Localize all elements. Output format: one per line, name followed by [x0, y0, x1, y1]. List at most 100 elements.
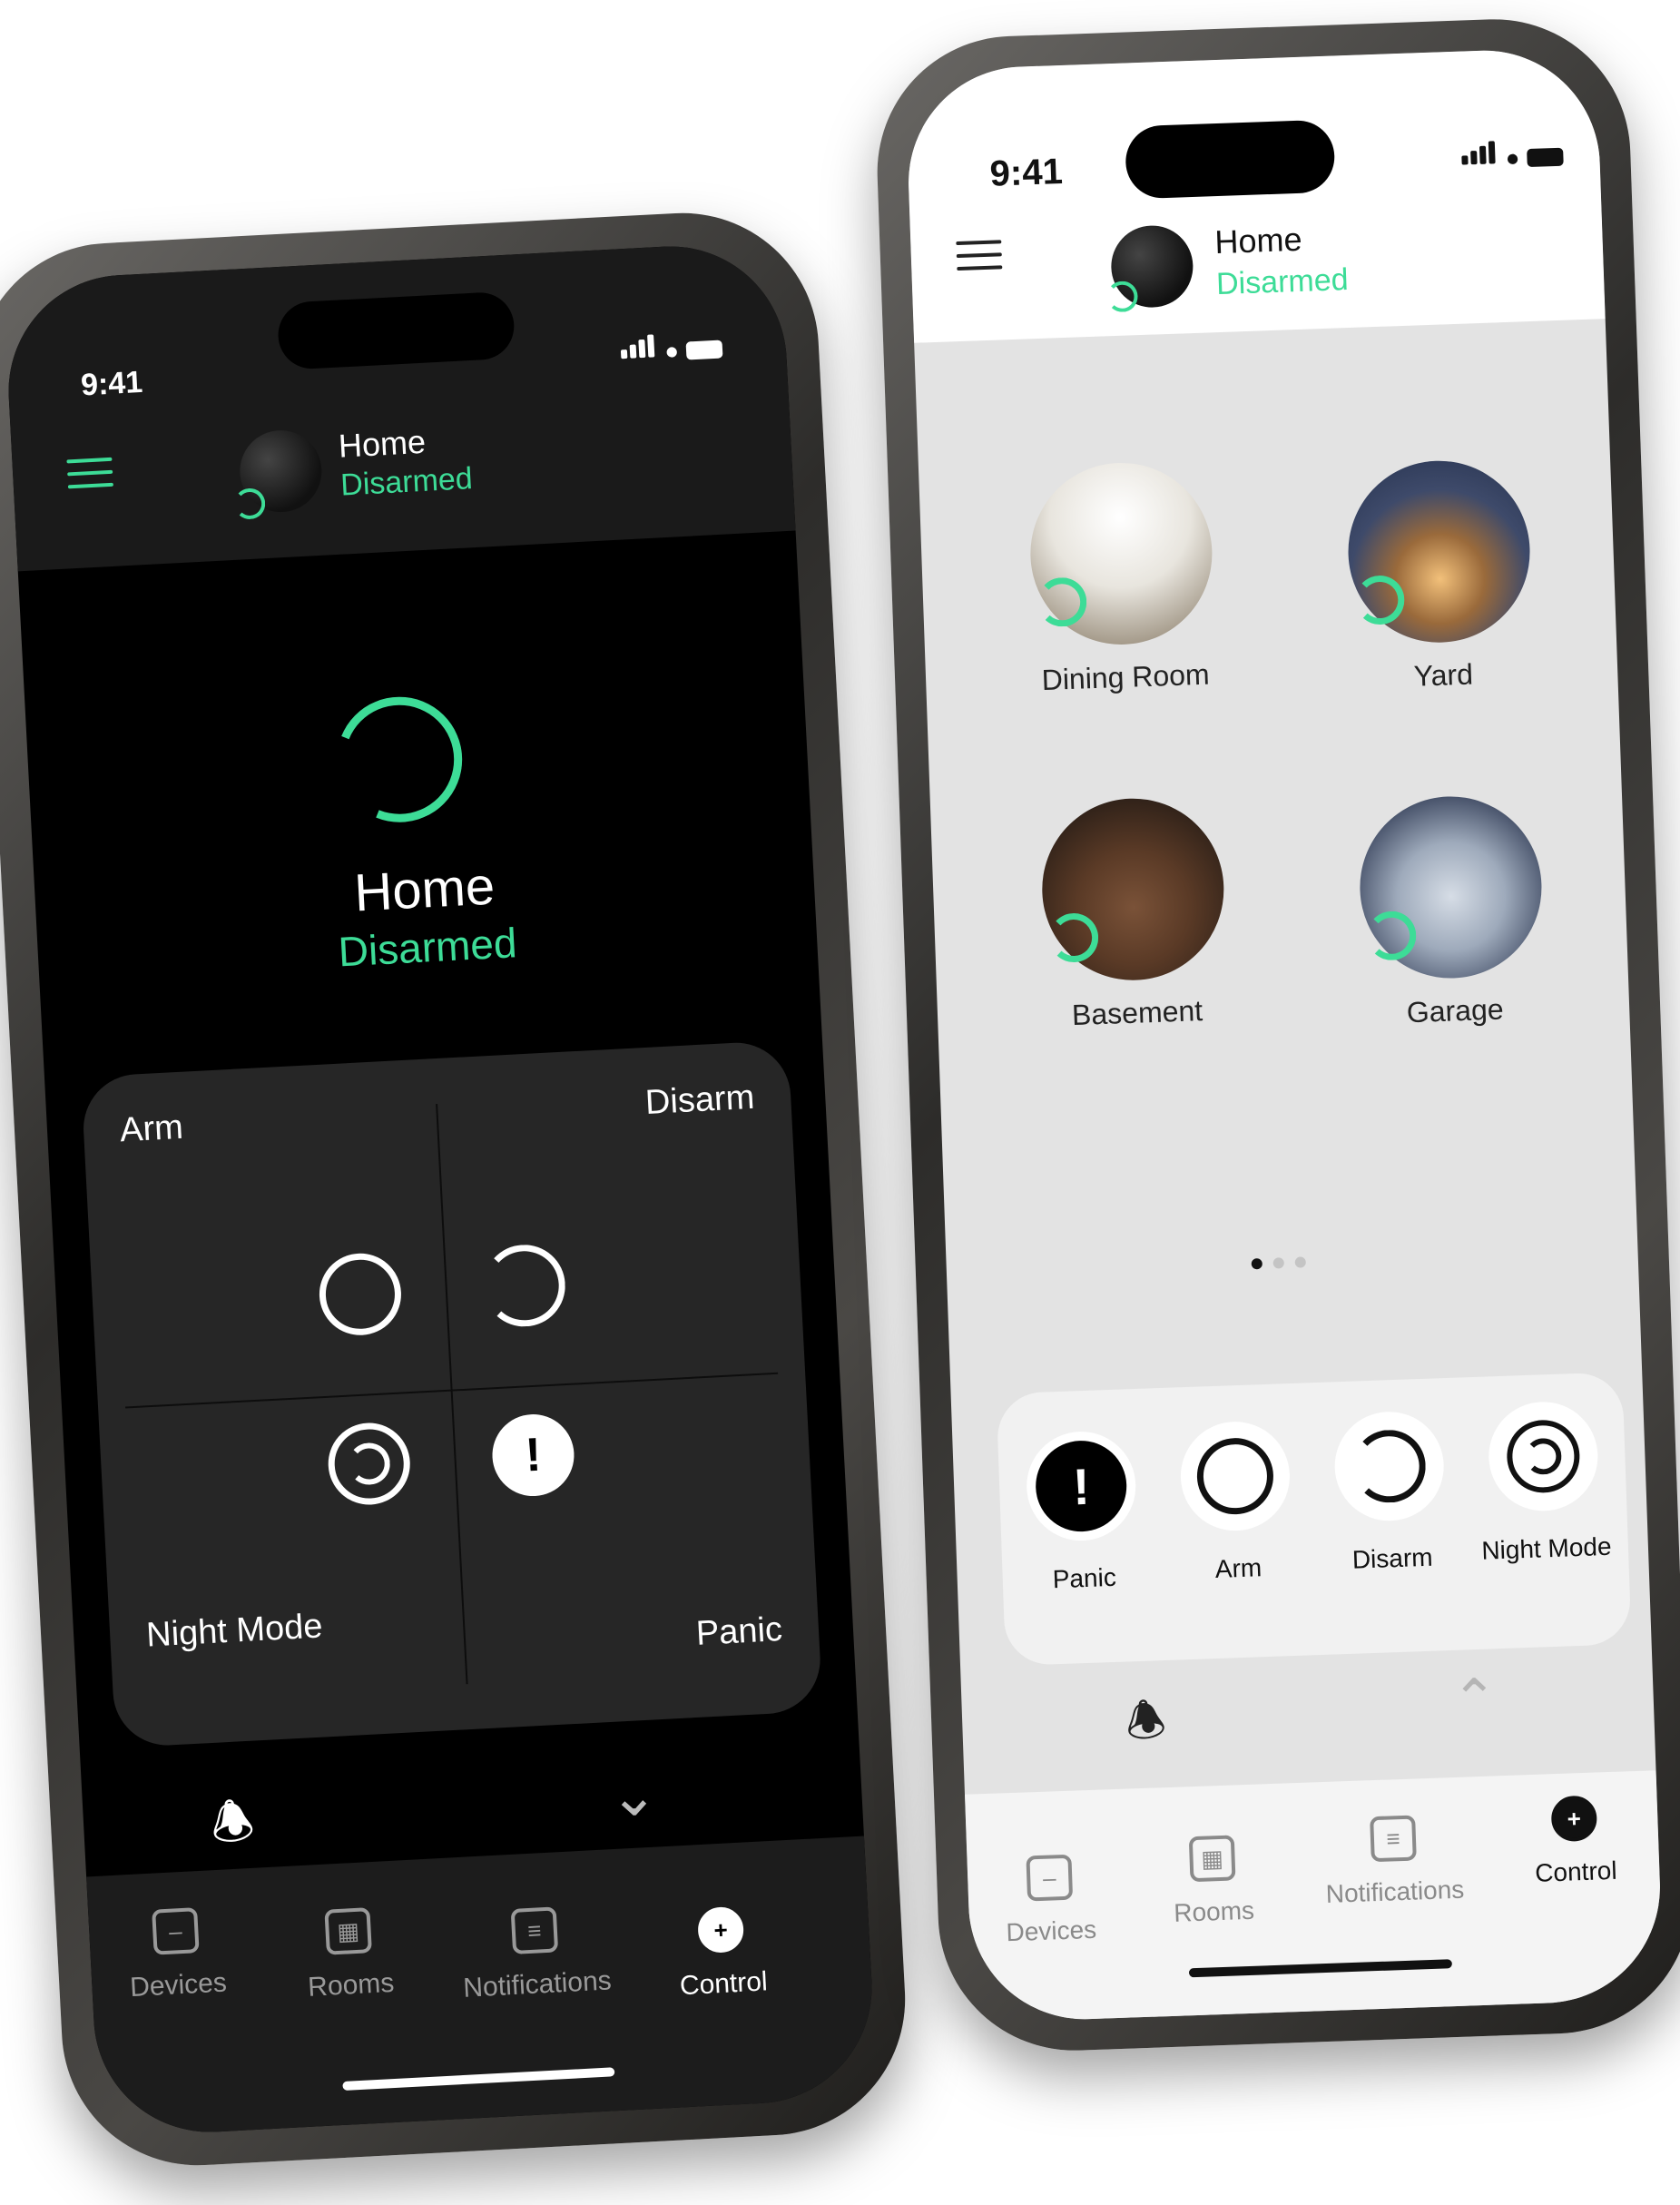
arm-action[interactable]: Arm [1165, 1420, 1307, 1586]
wifi-icon: ● [663, 336, 680, 365]
disarm-button[interactable] [1332, 1410, 1446, 1523]
nav-devices[interactable]: – Devices [97, 1905, 256, 2005]
status-time: 9:41 [80, 364, 144, 403]
bell-icon[interactable]: 🕭 [1125, 1688, 1168, 1767]
chevron-down-icon[interactable]: ⌄ [607, 1760, 659, 1831]
devices-icon: – [152, 1907, 200, 1955]
devices-icon: – [1026, 1854, 1074, 1902]
page-dot[interactable] [1294, 1256, 1306, 1268]
arm-label: Arm [119, 1107, 184, 1150]
room-photo [1027, 459, 1215, 648]
battery-icon [685, 340, 723, 360]
room-card[interactable]: Garage [1330, 792, 1574, 1032]
header-title: Home [337, 422, 427, 465]
rooms-icon: ▦ [1188, 1835, 1236, 1883]
disarmed-status-icon [1366, 910, 1418, 961]
arm-button[interactable] [1178, 1420, 1292, 1533]
room-photo [1357, 793, 1545, 981]
status-time: 9:41 [988, 151, 1064, 194]
arm-icon [1195, 1436, 1275, 1516]
dynamic-island [276, 290, 516, 370]
nav-control-label: Control [1534, 1856, 1618, 1887]
wifi-icon: ● [1505, 143, 1520, 172]
panic-label: Panic [1052, 1562, 1117, 1594]
header-title: Home [1213, 220, 1303, 261]
signal-icon [1461, 141, 1498, 169]
nav-devices[interactable]: – Devices [976, 1853, 1124, 1949]
pagination-dots[interactable] [1246, 1255, 1312, 1275]
room-card[interactable]: Dining Room [1000, 458, 1244, 698]
header-status: Disarmed [339, 461, 474, 503]
dark-phone: 9:41 ● Home Disarmed Home Disarmed Arm D… [0, 206, 912, 2172]
room-photo [1038, 795, 1227, 984]
nav-control[interactable]: + Control [1501, 1794, 1649, 1890]
light-screen: 9:41 ● Home Disarmed Dining Room Yard Ba… [904, 46, 1665, 2023]
menu-icon[interactable] [66, 457, 113, 498]
status-icons: ● [620, 330, 723, 365]
control-icon: + [696, 1905, 745, 1954]
panic-quadrant[interactable]: ! Panic [453, 1373, 823, 1729]
panic-button[interactable]: ! [1025, 1430, 1138, 1543]
nav-notifications[interactable]: ≡ Notifications [1302, 1813, 1486, 1910]
night-mode-icon [1506, 1418, 1581, 1494]
page-dot[interactable] [1251, 1258, 1262, 1270]
disarmed-ring-icon [317, 677, 482, 842]
disarm-icon [1351, 1428, 1428, 1504]
disarm-quadrant[interactable]: Disarm [435, 1040, 805, 1390]
disarm-icon [481, 1243, 567, 1329]
room-photo [1345, 458, 1533, 646]
panic-label: Panic [694, 1609, 783, 1653]
page-dot[interactable] [1272, 1257, 1284, 1269]
bell-icon[interactable]: 🕭 [209, 1787, 257, 1872]
notifications-icon: ≡ [1370, 1815, 1417, 1863]
disarm-label: Disarm [1351, 1542, 1434, 1574]
disarmed-status-icon [1036, 576, 1088, 628]
nav-notifications-label: Notifications [462, 1965, 613, 2003]
room-name: Yard [1413, 657, 1474, 693]
night-mode-button[interactable] [1487, 1400, 1600, 1513]
bottom-nav: – Devices ▦ Rooms ≡ Notifications + Cont… [964, 1770, 1665, 2023]
disarm-action[interactable]: Disarm [1320, 1410, 1461, 1576]
disarmed-status-icon [1048, 912, 1100, 963]
signal-icon [620, 334, 658, 363]
battery-icon [1527, 147, 1564, 168]
panic-action[interactable]: ! Panic [1011, 1430, 1153, 1596]
room-name: Basement [1071, 994, 1204, 1032]
night-mode-quadrant[interactable]: Night Mode [98, 1392, 468, 1748]
nav-rooms-label: Rooms [1173, 1895, 1255, 1927]
dynamic-island [1124, 119, 1336, 200]
arm-label: Arm [1214, 1553, 1262, 1584]
nav-rooms-label: Rooms [307, 1967, 396, 2003]
nav-notifications[interactable]: ≡ Notifications [443, 1903, 629, 2004]
nav-notifications-label: Notifications [1325, 1875, 1465, 1908]
nav-rooms[interactable]: ▦ Rooms [1139, 1834, 1287, 1930]
control-icon: + [1550, 1795, 1598, 1843]
menu-icon[interactable] [956, 240, 1003, 280]
disarmed-status-icon [1354, 575, 1406, 625]
status-icons: ● [1461, 139, 1564, 172]
nav-devices-label: Devices [129, 1967, 228, 2003]
panic-icon: ! [1034, 1439, 1128, 1533]
arm-icon [317, 1251, 404, 1338]
room-card[interactable]: Basement [1012, 794, 1256, 1034]
quick-actions-card: ! Panic Arm Disarm Night Mode [996, 1372, 1632, 1667]
night-mode-label: Night Mode [145, 1607, 324, 1655]
nav-rooms[interactable]: ▦ Rooms [270, 1905, 428, 2005]
night-mode-label: Night Mode [1480, 1531, 1613, 1565]
night-mode-action[interactable]: Night Mode [1473, 1400, 1615, 1566]
arm-quadrant[interactable]: Arm [81, 1058, 451, 1408]
room-name: Garage [1406, 992, 1505, 1029]
light-phone: 9:41 ● Home Disarmed Dining Room Yard Ba… [872, 15, 1680, 2055]
header-status: Disarmed [1215, 262, 1350, 302]
nav-control[interactable]: + Control [643, 1904, 801, 2004]
room-card[interactable]: Yard [1318, 457, 1562, 696]
panic-icon: ! [490, 1412, 576, 1499]
rooms-icon: ▦ [324, 1907, 372, 1955]
chevron-up-icon[interactable]: ⌃ [1450, 1667, 1499, 1732]
top-bar [2, 240, 796, 572]
night-mode-icon [326, 1421, 413, 1507]
nav-control-label: Control [679, 1966, 769, 2002]
dark-screen: 9:41 ● Home Disarmed Home Disarmed Arm D… [2, 240, 879, 2139]
bottom-nav: – Devices ▦ Rooms ≡ Notifications + Cont… [86, 1836, 879, 2139]
nav-devices-label: Devices [1005, 1915, 1097, 1947]
